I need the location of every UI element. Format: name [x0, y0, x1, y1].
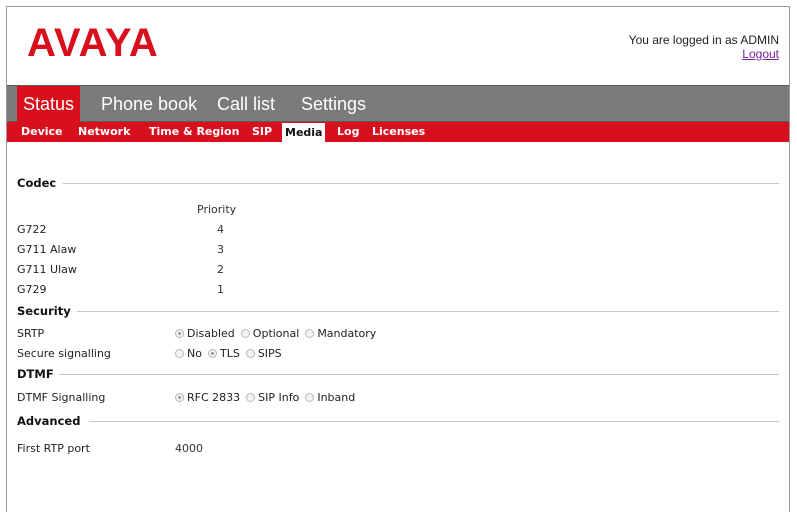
- radio-label: Disabled: [187, 327, 235, 340]
- tab-status[interactable]: Status: [17, 86, 81, 122]
- section-codec-title: Codec: [17, 176, 57, 190]
- radio-icon: [245, 349, 255, 358]
- secure-option-sips[interactable]: SIPS: [245, 347, 282, 360]
- secure-signalling-radio-group: No TLS SIPS: [175, 347, 288, 360]
- radio-icon: [305, 393, 315, 402]
- dtmf-option-inband[interactable]: Inband: [305, 391, 355, 404]
- priority-header: Priority: [197, 203, 237, 216]
- section-dtmf-title: DTMF: [17, 367, 54, 381]
- dtmf-option-sip-info[interactable]: SIP Info: [246, 391, 299, 404]
- tab-settings[interactable]: Settings: [295, 86, 372, 122]
- srtp-radio-group: Disabled Optional Mandatory: [175, 327, 382, 340]
- radio-label: SIPS: [257, 347, 282, 360]
- section-divider: [63, 183, 779, 184]
- section-divider: [89, 421, 779, 422]
- media-settings-content: Codec Priority G722 4 G711 Alaw 3 G711 U…: [7, 142, 789, 513]
- avaya-logo: AVAYA: [27, 21, 159, 65]
- codec-name: G711 Ulaw: [17, 263, 77, 276]
- sub-navigation: Device Network Time & Region SIP Media L…: [7, 122, 789, 142]
- subtab-licenses[interactable]: Licenses: [369, 122, 428, 142]
- srtp-option-disabled[interactable]: Disabled: [175, 327, 235, 340]
- radio-label: Inband: [317, 391, 356, 404]
- codec-priority: 3: [217, 243, 224, 256]
- section-divider: [77, 311, 779, 312]
- radio-label: RFC 2833: [187, 391, 241, 404]
- codec-priority: 1: [217, 283, 224, 296]
- section-security-title: Security: [17, 304, 71, 318]
- tab-phone-book[interactable]: Phone book: [95, 86, 203, 122]
- codec-priority: 2: [217, 263, 224, 276]
- radio-icon: [175, 349, 184, 358]
- first-rtp-port-value: 4000: [175, 442, 203, 455]
- radio-selected-icon: [175, 393, 184, 402]
- subtab-log[interactable]: Log: [334, 122, 362, 142]
- radio-selected-icon: [175, 329, 184, 338]
- first-rtp-port-label: First RTP port: [17, 442, 90, 455]
- srtp-label: SRTP: [17, 327, 45, 340]
- srtp-option-mandatory[interactable]: Mandatory: [305, 327, 376, 340]
- section-advanced-title: Advanced: [17, 414, 81, 428]
- codec-priority: 4: [217, 223, 224, 236]
- secure-signalling-label: Secure signalling: [17, 347, 111, 360]
- dtmf-radio-group: RFC 2833 SIP Info Inband: [175, 391, 361, 404]
- secure-option-tls[interactable]: TLS: [207, 347, 240, 360]
- main-navigation: Status Phone book Call list Settings: [7, 85, 789, 122]
- radio-icon: [240, 329, 250, 338]
- login-info: You are logged in as ADMIN Logout: [629, 33, 779, 61]
- section-divider: [59, 374, 779, 375]
- codec-name: G729: [17, 283, 47, 296]
- browser-frame: AVAYA You are logged in as ADMIN Logout …: [6, 6, 790, 512]
- subtab-sip[interactable]: SIP: [249, 122, 275, 142]
- radio-label: Mandatory: [317, 327, 377, 340]
- radio-selected-icon: [207, 349, 217, 358]
- radio-icon: [305, 329, 315, 338]
- secure-option-no[interactable]: No: [175, 347, 202, 360]
- logged-in-text: You are logged in as ADMIN: [628, 33, 779, 47]
- subtab-media[interactable]: Media: [282, 123, 326, 142]
- subtab-time-region[interactable]: Time & Region: [146, 122, 242, 142]
- dtmf-signalling-label: DTMF Signalling: [17, 391, 106, 404]
- radio-label: Optional: [252, 327, 300, 340]
- radio-icon: [246, 393, 256, 402]
- dtmf-option-rfc2833[interactable]: RFC 2833: [175, 391, 240, 404]
- radio-label: No: [187, 347, 202, 360]
- header: AVAYA You are logged in as ADMIN Logout: [7, 7, 789, 85]
- subtab-device[interactable]: Device: [18, 122, 66, 142]
- tab-call-list[interactable]: Call list: [211, 86, 281, 122]
- logout-link[interactable]: Logout: [742, 47, 779, 61]
- subtab-network[interactable]: Network: [75, 122, 133, 142]
- radio-label: TLS: [219, 347, 240, 360]
- codec-name: G711 Alaw: [17, 243, 77, 256]
- codec-name: G722: [17, 223, 47, 236]
- srtp-option-optional[interactable]: Optional: [240, 327, 300, 340]
- radio-label: SIP Info: [258, 391, 300, 404]
